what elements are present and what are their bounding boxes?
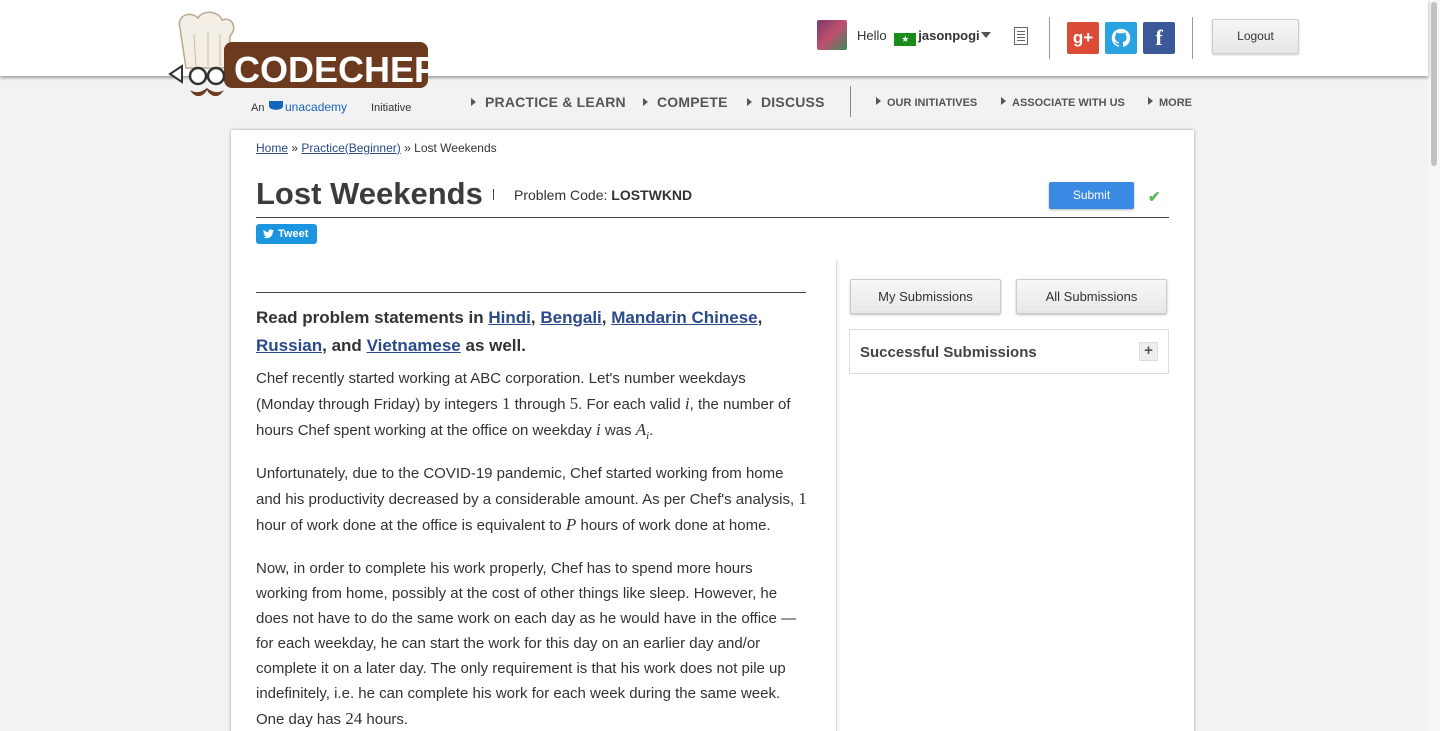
caret-right-icon <box>471 98 476 106</box>
paragraph: Now, in order to complete his work prope… <box>256 560 797 728</box>
greeting-text: Hello <box>857 28 887 43</box>
breadcrumb-separator: » <box>291 141 299 155</box>
breadcrumb-practice[interactable]: Practice(Beginner) <box>301 141 400 155</box>
tagline-brand: unacademy <box>285 100 347 114</box>
expand-icon[interactable]: + <box>1139 342 1158 361</box>
problem-card: Home » Practice(Beginner) » Lost Weekend… <box>231 130 1194 731</box>
divider <box>1192 17 1193 59</box>
nav-compete[interactable]: COMPETE <box>643 94 728 110</box>
nav-associate-with-us[interactable]: ASSOCIATE WITH US <box>1001 97 1125 109</box>
problem-code: Problem Code: LOSTWKND <box>514 187 692 203</box>
link-mandarin-chinese[interactable]: Mandarin Chinese <box>611 308 757 327</box>
scrollbar-thumb[interactable] <box>1431 2 1437 166</box>
nav-more[interactable]: MORE <box>1148 97 1192 109</box>
link-russian[interactable]: Russian <box>256 336 322 355</box>
submit-button[interactable]: Submit <box>1049 182 1134 209</box>
paragraph: Unfortunately, due to the COVID-19 pande… <box>256 465 807 534</box>
caret-right-icon <box>747 98 752 106</box>
nav-our-initiatives[interactable]: OUR INITIATIVES <box>876 97 977 109</box>
divider <box>493 189 494 200</box>
tagline-prefix: An <box>251 102 264 114</box>
page-title: Lost Weekends <box>256 176 483 211</box>
link-bengali[interactable]: Bengali <box>540 308 601 327</box>
language-links: Read problem statements in Hindi, Bengal… <box>256 308 763 355</box>
divider <box>1049 17 1050 59</box>
nav-practice-learn[interactable]: PRACTICE & LEARN <box>471 94 626 110</box>
breadcrumb-home[interactable]: Home <box>256 141 288 155</box>
username[interactable]: jasonpogi <box>918 28 979 43</box>
nav-discuss[interactable]: DISCUSS <box>747 94 825 110</box>
logo-text: CODECHEF <box>234 49 436 90</box>
successful-submissions-title: Successful Submissions <box>860 344 1037 361</box>
caret-right-icon <box>1148 97 1153 105</box>
lead-text: Read problem statements in <box>256 308 484 327</box>
codechef-logo[interactable]: CODECHEF An unacademy Initiative <box>168 10 438 118</box>
caret-right-icon <box>643 98 648 106</box>
scrollbar[interactable] <box>1428 0 1440 731</box>
breadcrumb-current: Lost Weekends <box>414 141 497 155</box>
divider <box>836 260 837 731</box>
problem-code-label: Problem Code: <box>514 187 608 203</box>
logout-button[interactable]: Logout <box>1212 19 1299 54</box>
github-icon[interactable] <box>1105 22 1137 54</box>
check-icon: ✔ <box>1148 189 1161 206</box>
divider <box>256 292 806 293</box>
successful-submissions-panel[interactable]: Successful Submissions + <box>849 329 1169 374</box>
link-hindi[interactable]: Hindi <box>488 308 531 327</box>
twitter-bird-icon <box>263 224 274 246</box>
greeting: Hello ★ jasonpogi <box>857 28 980 46</box>
country-flag-icon: ★ <box>894 33 917 46</box>
avatar[interactable] <box>817 20 847 50</box>
chevron-down-icon[interactable] <box>981 32 991 38</box>
breadcrumb-separator: » <box>404 141 411 155</box>
tweet-button[interactable]: Tweet <box>256 224 317 244</box>
caret-right-icon <box>1001 97 1006 105</box>
paragraph: Chef recently started working at ABC cor… <box>256 370 791 442</box>
all-submissions-button[interactable]: All Submissions <box>1016 279 1167 314</box>
link-vietnamese[interactable]: Vietnamese <box>367 336 461 355</box>
document-icon[interactable] <box>1014 27 1028 45</box>
lead-text: as well. <box>465 336 526 355</box>
tagline-suffix: Initiative <box>371 102 411 114</box>
caret-right-icon <box>876 97 881 105</box>
google-plus-icon[interactable]: g+ <box>1067 22 1099 54</box>
facebook-icon[interactable]: f <box>1143 22 1175 54</box>
divider <box>256 217 1169 218</box>
problem-code-value: LOSTWKND <box>611 187 693 203</box>
lead-text: and <box>331 336 362 355</box>
tweet-label: Tweet <box>278 228 309 240</box>
divider <box>850 86 851 117</box>
breadcrumb: Home » Practice(Beginner) » Lost Weekend… <box>256 141 497 155</box>
my-submissions-button[interactable]: My Submissions <box>850 279 1001 314</box>
